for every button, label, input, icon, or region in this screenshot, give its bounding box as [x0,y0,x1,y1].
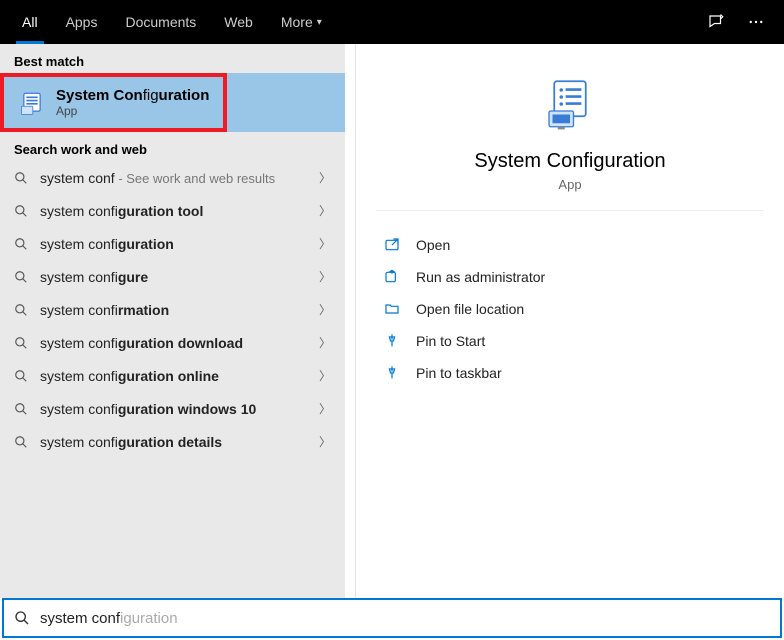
best-match-title: System Configuration [56,87,209,104]
chevron-right-icon: 〉 [319,202,331,219]
chevron-right-icon: 〉 [319,334,331,351]
search-icon [14,303,28,317]
suggestion-text: system configuration [40,236,319,252]
search-input-container[interactable]: system configuration [2,598,782,638]
suggestion-item[interactable]: system configuration online 〉 [0,359,345,392]
suggestion-item[interactable]: system confirmation 〉 [0,293,345,326]
action-label: Open [416,237,450,253]
suggestion-item[interactable]: system conf - See work and web results 〉 [0,161,345,194]
top-nav: All Apps Documents Web More▾ [0,0,784,44]
suggestion-item[interactable]: system configuration 〉 [0,227,345,260]
action-icon [382,333,402,349]
search-web-header: Search work and web [0,132,345,161]
search-input[interactable]: system configuration [40,610,178,627]
search-icon [14,171,28,185]
action-open[interactable]: Open [382,229,758,261]
suggestion-text: system conf - See work and web results [40,170,319,186]
suggestion-item[interactable]: system configure 〉 [0,260,345,293]
search-icon [14,402,28,416]
action-label: Open file location [416,301,524,317]
action-label: Pin to Start [416,333,485,349]
search-icon [14,270,28,284]
action-open-file-location[interactable]: Open file location [382,293,758,325]
action-pin-to-start[interactable]: Pin to Start [382,325,758,357]
app-icon [18,89,46,117]
action-icon [382,301,402,317]
search-icon [14,435,28,449]
suggestion-text: system confirmation [40,302,319,318]
search-icon [14,204,28,218]
tab-more[interactable]: More▾ [267,0,336,44]
tab-documents[interactable]: Documents [111,0,210,44]
preview-subtitle: App [558,177,581,192]
suggestion-text: system configuration details [40,434,319,450]
suggestion-text: system configuration online [40,368,319,384]
chevron-right-icon: 〉 [319,301,331,318]
action-label: Run as administrator [416,269,545,285]
results-panel: Best match System Configuration App Sear… [0,44,345,598]
suggestion-text: system configuration tool [40,203,319,219]
tab-apps[interactable]: Apps [52,0,112,44]
tab-all[interactable]: All [8,0,52,44]
action-label: Pin to taskbar [416,365,502,381]
chevron-right-icon: 〉 [319,367,331,384]
chevron-right-icon: 〉 [319,235,331,252]
suggestion-item[interactable]: system configuration download 〉 [0,326,345,359]
tab-web[interactable]: Web [210,0,267,44]
suggestion-text: system configuration download [40,335,319,351]
more-options-icon[interactable] [736,0,776,44]
action-icon [382,237,402,253]
chevron-down-icon: ▾ [317,17,322,28]
action-icon [382,365,402,381]
suggestion-text: system configuration windows 10 [40,401,319,417]
suggestion-item[interactable]: system configuration details 〉 [0,425,345,458]
preview-title: System Configuration [474,150,665,173]
action-pin-to-taskbar[interactable]: Pin to taskbar [382,357,758,389]
chevron-right-icon: 〉 [319,433,331,450]
feedback-icon[interactable] [696,0,736,44]
suggestion-item[interactable]: system configuration windows 10 〉 [0,392,345,425]
search-icon [14,336,28,350]
suggestion-text: system configure [40,269,319,285]
app-icon-large [542,76,598,132]
search-icon [14,369,28,383]
chevron-right-icon: 〉 [319,268,331,285]
chevron-right-icon: 〉 [319,400,331,417]
action-icon [382,269,402,285]
best-match-header: Best match [0,44,345,73]
suggestion-item[interactable]: system configuration tool 〉 [0,194,345,227]
chevron-right-icon: 〉 [319,169,331,186]
best-match-subtitle: App [56,104,209,118]
search-icon [14,610,30,626]
search-icon [14,237,28,251]
preview-panel: System Configuration App Open Run as admi… [355,44,784,598]
best-match-result[interactable]: System Configuration App [0,73,227,132]
action-run-as-administrator[interactable]: Run as administrator [382,261,758,293]
